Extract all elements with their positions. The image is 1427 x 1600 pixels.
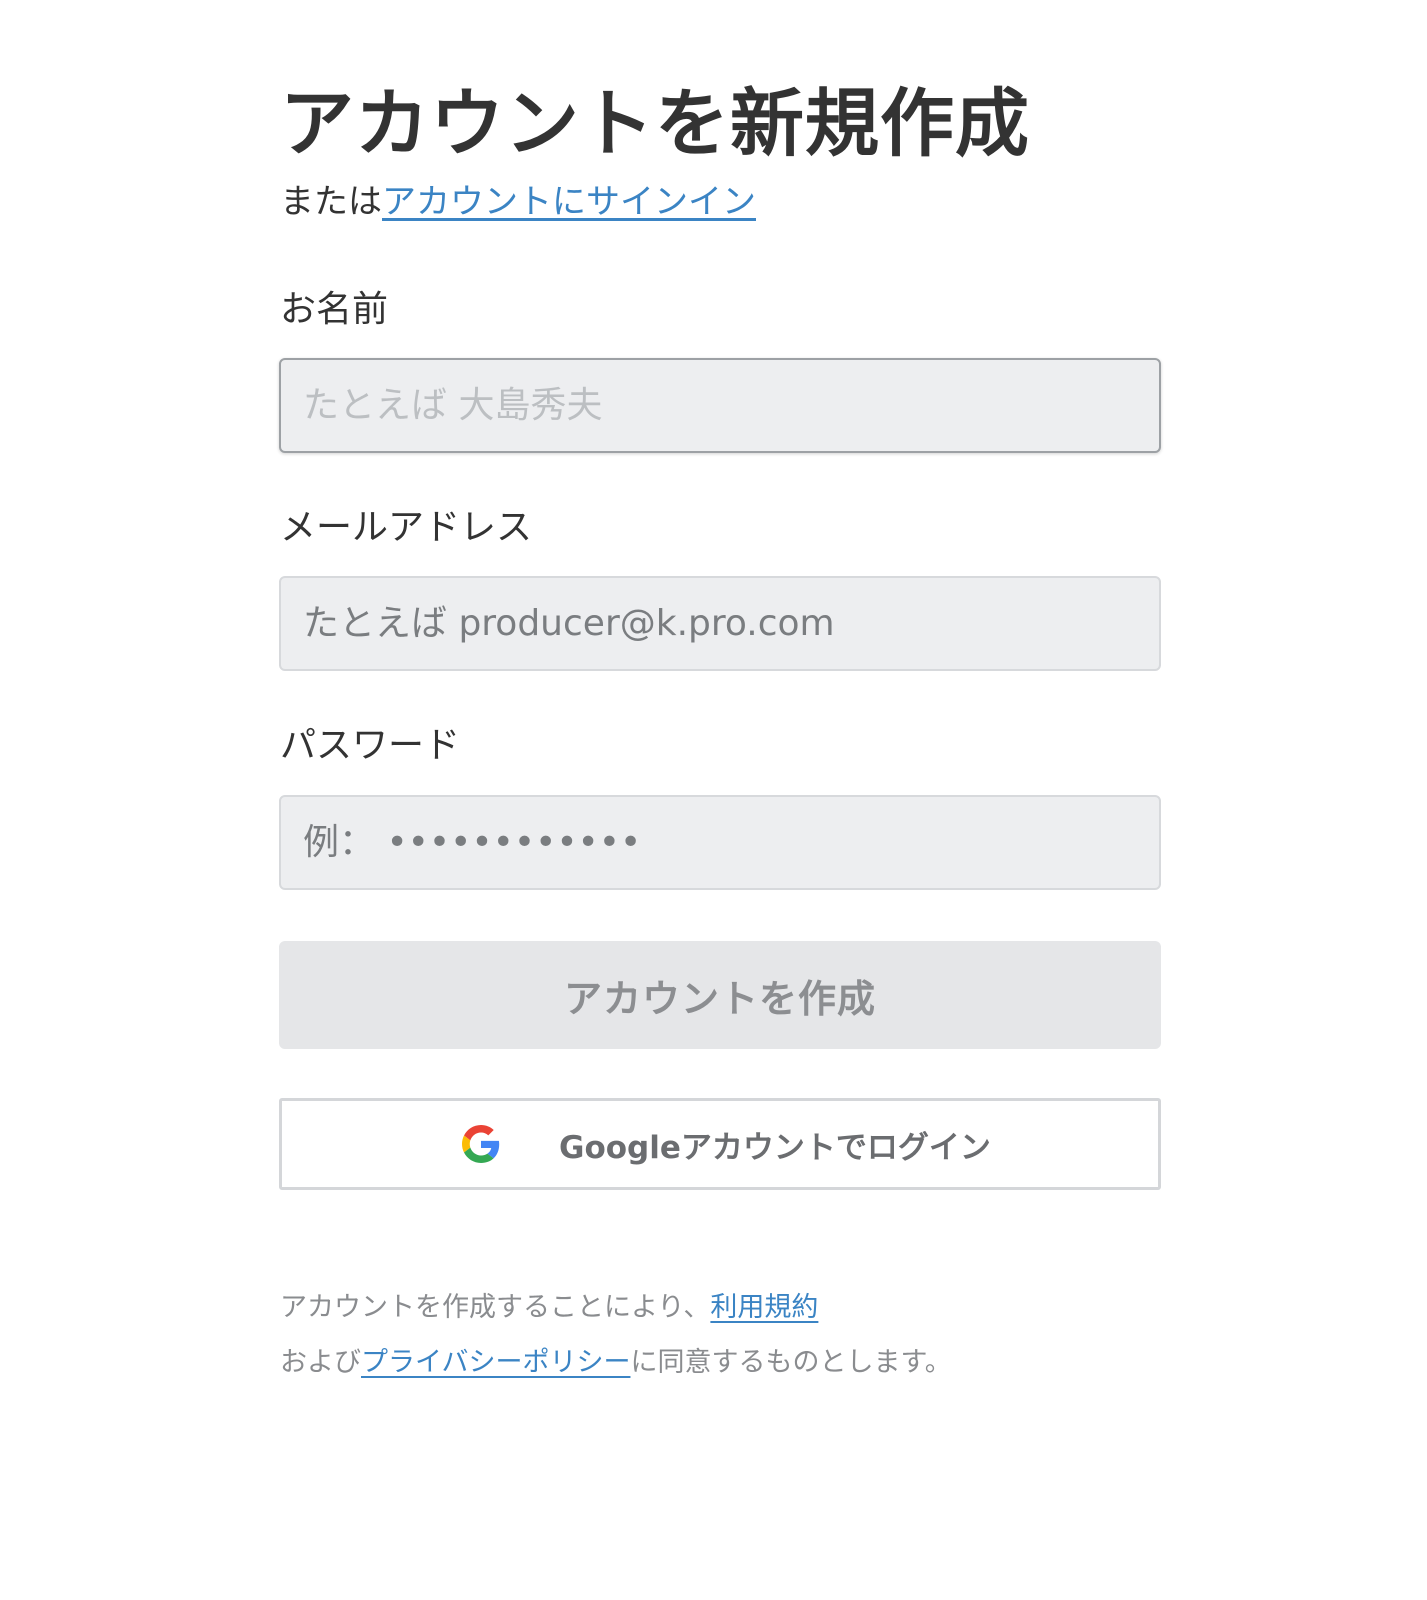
- privacy-policy-link[interactable]: プライバシーポリシー: [361, 1347, 630, 1378]
- create-account-button[interactable]: アカウントを作成: [279, 941, 1161, 1049]
- name-label: お名前: [280, 289, 389, 330]
- signin-link[interactable]: アカウントにサインイン: [382, 182, 756, 222]
- email-input[interactable]: [279, 576, 1161, 671]
- legal-line-2-suffix: に同意するものとします。: [630, 1347, 952, 1378]
- password-input[interactable]: [279, 795, 1161, 890]
- terms-link[interactable]: 利用規約: [710, 1292, 818, 1323]
- email-label: メールアドレス: [280, 507, 533, 548]
- signin-prompt: またはアカウントにサインイン: [280, 180, 756, 224]
- legal-line-2: およびプライバシーポリシーに同意するものとします。: [280, 1345, 952, 1380]
- legal-line-1: アカウントを作成することにより、利用規約: [280, 1290, 818, 1325]
- google-logo-icon: [462, 1125, 500, 1163]
- password-label: パスワード: [280, 725, 461, 766]
- name-input[interactable]: [279, 358, 1161, 453]
- legal-line-1-prefix: アカウントを作成することにより、: [280, 1292, 711, 1323]
- signin-prompt-prefix: または: [280, 182, 382, 222]
- google-login-button[interactable]: Googleアカウントでログイン: [279, 1098, 1161, 1190]
- page-title: アカウントを新規作成: [280, 81, 1030, 167]
- google-login-label: Googleアカウントでログイン: [559, 1130, 991, 1166]
- legal-line-2-prefix: および: [280, 1347, 361, 1378]
- signup-page: アカウントを新規作成 またはアカウントにサインイン お名前 メールアドレス パス…: [0, 0, 1427, 1600]
